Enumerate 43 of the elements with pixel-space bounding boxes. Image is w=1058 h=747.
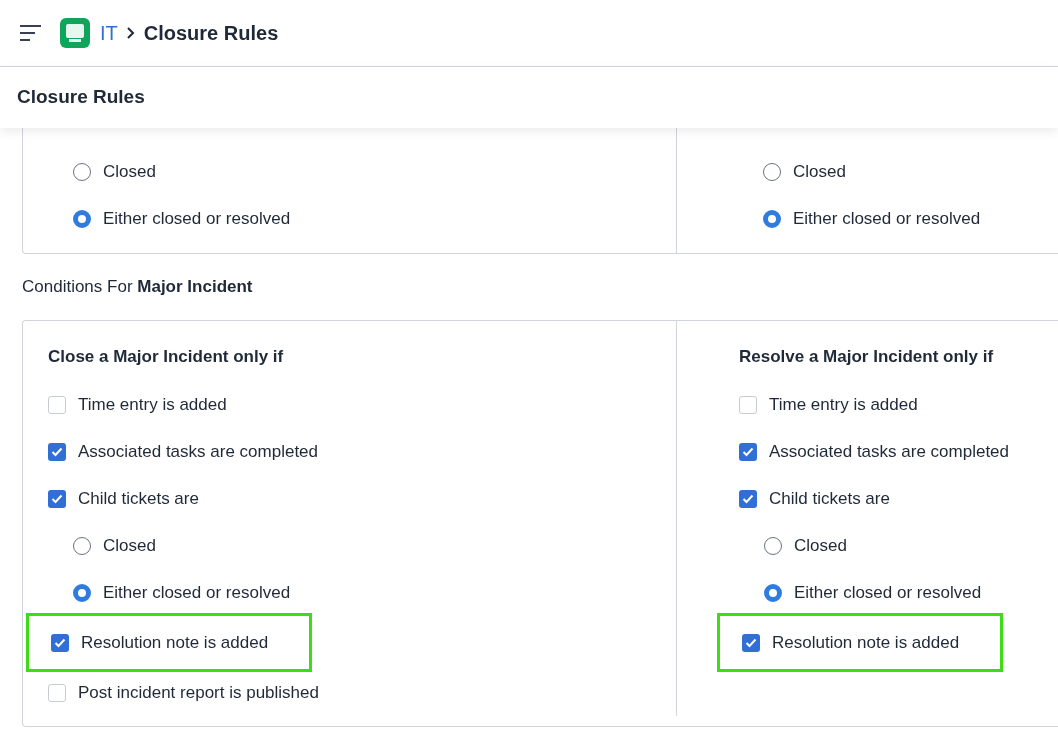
chevron-icon bbox=[125, 26, 136, 40]
radio-option[interactable]: Closed bbox=[73, 522, 676, 569]
radio-button[interactable] bbox=[73, 162, 91, 181]
page-title: Closure Rules bbox=[17, 85, 145, 110]
section-heading: Conditions For Major Incident bbox=[22, 276, 253, 299]
radio-option[interactable]: Either closed or resolved bbox=[763, 195, 1058, 242]
checkbox[interactable] bbox=[48, 683, 66, 702]
checkbox-option[interactable]: Time entry is added bbox=[48, 381, 676, 428]
checkbox[interactable] bbox=[742, 633, 760, 652]
checkbox[interactable] bbox=[739, 489, 757, 508]
checkbox-option[interactable]: Associated tasks are completed bbox=[48, 428, 676, 475]
radio-button[interactable] bbox=[764, 583, 782, 602]
checkbox-option[interactable]: Post incident report is published bbox=[48, 669, 676, 716]
checkbox-option[interactable]: Resolution note is added bbox=[742, 616, 1000, 669]
checkbox[interactable] bbox=[51, 633, 69, 652]
radio-button[interactable] bbox=[73, 583, 91, 602]
radio-option[interactable]: Closed bbox=[763, 148, 1058, 195]
checkbox[interactable] bbox=[48, 442, 66, 461]
checkbox-option[interactable]: Child tickets are bbox=[48, 475, 676, 522]
checkbox-option[interactable]: Resolution note is added bbox=[51, 616, 309, 669]
breadcrumb-link[interactable]: IT bbox=[100, 18, 118, 48]
checkbox[interactable] bbox=[739, 442, 757, 461]
radio-option[interactable]: Either closed or resolved bbox=[73, 195, 676, 242]
radio-option[interactable]: Either closed or resolved bbox=[73, 569, 676, 616]
checkbox[interactable] bbox=[48, 489, 66, 508]
checkbox-option[interactable]: Associated tasks are completed bbox=[739, 428, 1058, 475]
checkbox[interactable] bbox=[48, 395, 66, 414]
radio-option[interactable]: Closed bbox=[73, 148, 676, 195]
menu-icon[interactable] bbox=[20, 25, 42, 41]
checkbox-option[interactable]: Child tickets are bbox=[739, 475, 1058, 522]
radio-option[interactable]: Either closed or resolved bbox=[764, 569, 1058, 616]
checkbox[interactable] bbox=[739, 395, 757, 414]
monitor-icon bbox=[60, 18, 90, 48]
radio-button[interactable] bbox=[763, 162, 781, 181]
column-title: Resolve a Major Incident only if bbox=[739, 346, 994, 369]
breadcrumb-current: Closure Rules bbox=[143, 21, 279, 46]
radio-button[interactable] bbox=[763, 209, 781, 228]
column-title: Close a Major Incident only if bbox=[48, 346, 284, 369]
radio-button[interactable] bbox=[73, 209, 91, 228]
radio-button[interactable] bbox=[764, 536, 782, 555]
checkbox-option[interactable]: Time entry is added bbox=[739, 381, 1058, 428]
radio-button[interactable] bbox=[73, 536, 91, 555]
radio-option[interactable]: Closed bbox=[764, 522, 1058, 569]
